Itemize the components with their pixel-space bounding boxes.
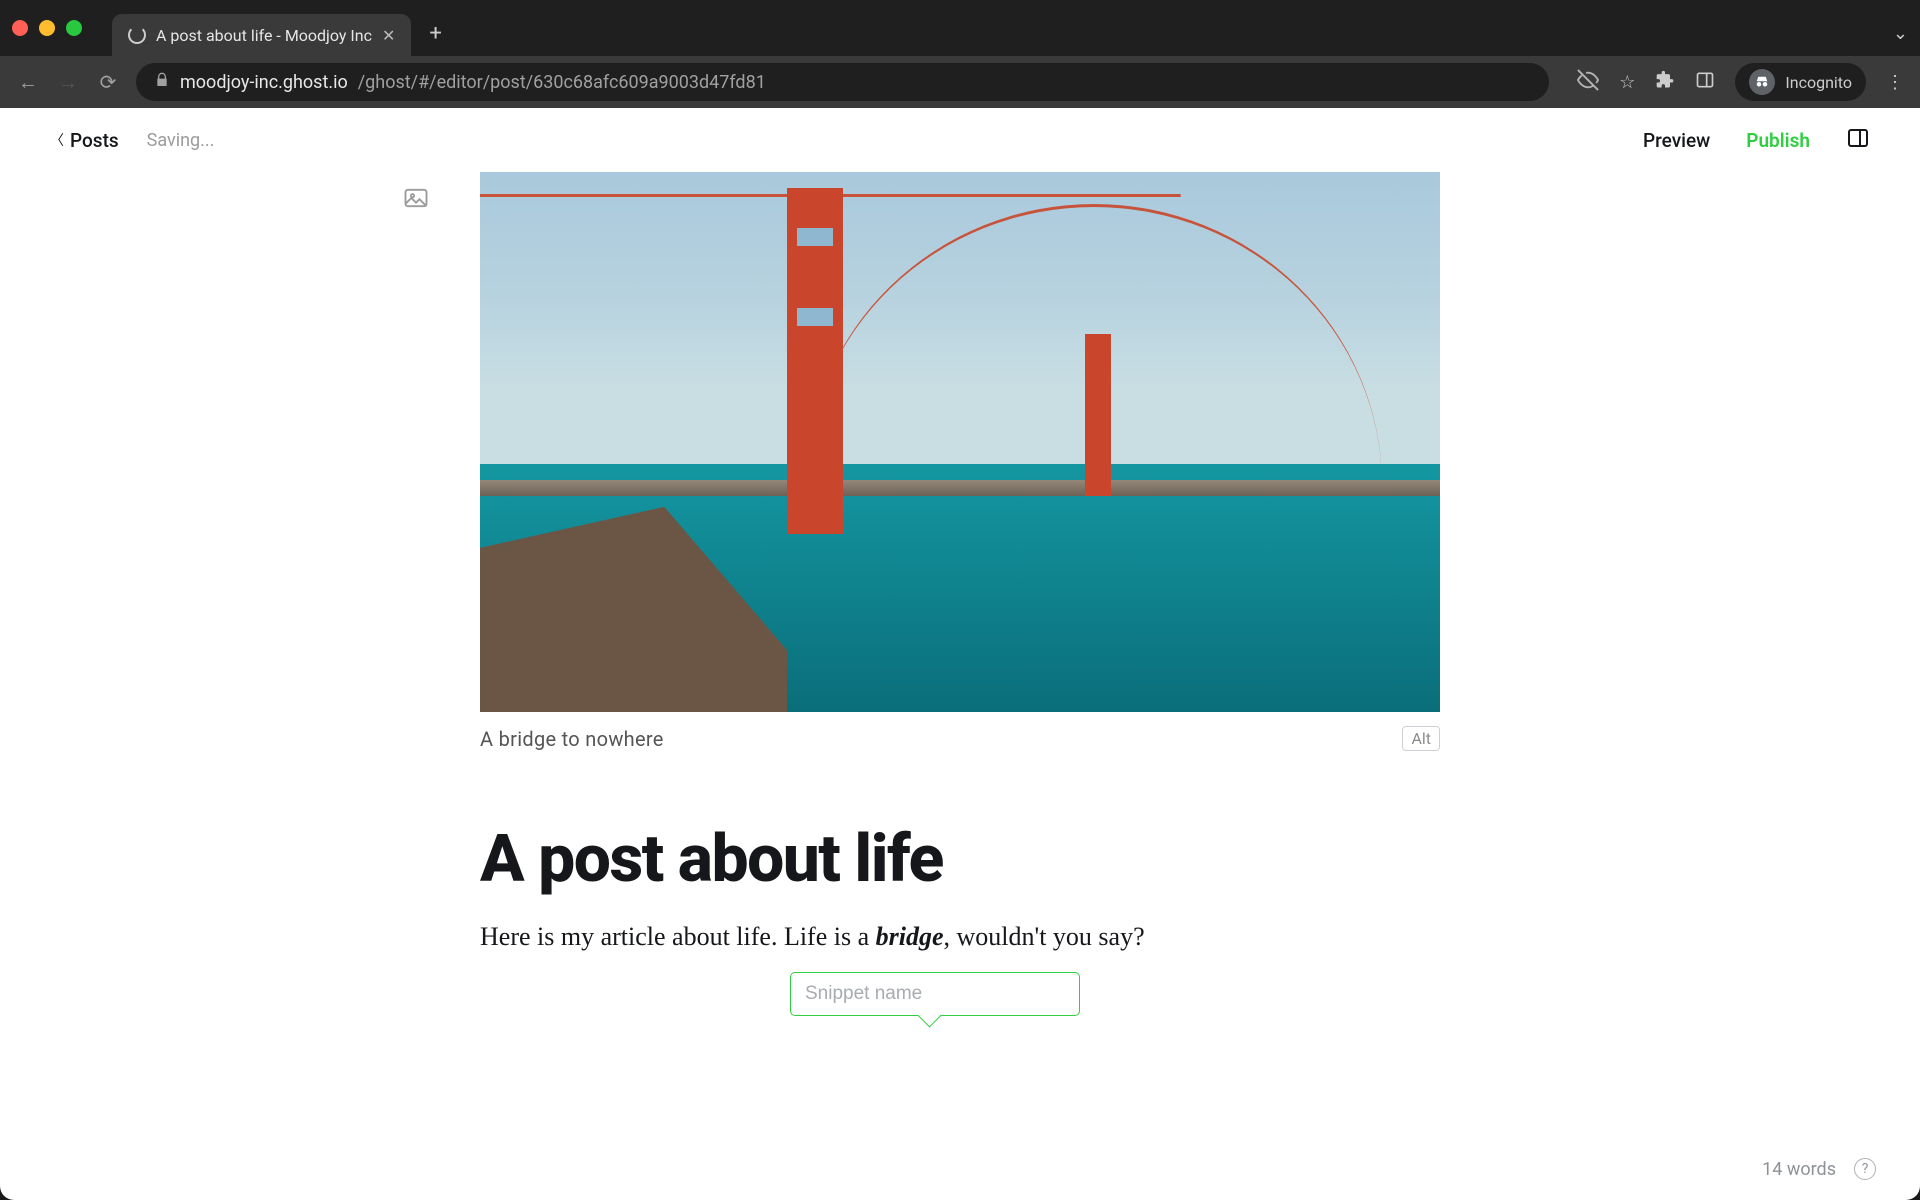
body-text-prefix: Here is my article about life. Life is a bbox=[480, 922, 876, 951]
tabs-dropdown-icon[interactable]: ⌄ bbox=[1893, 23, 1908, 44]
post-body[interactable]: Here is my article about life. Life is a… bbox=[480, 922, 1440, 952]
back-to-posts-link[interactable]: 〈 Posts bbox=[50, 129, 119, 152]
loading-spinner-icon bbox=[128, 26, 146, 44]
url-path: /ghost/#/editor/post/630c68afc609a9003d4… bbox=[358, 72, 766, 93]
window-minimize-button[interactable] bbox=[39, 20, 55, 36]
extensions-icon[interactable] bbox=[1655, 70, 1675, 95]
alt-text-button[interactable]: Alt bbox=[1402, 726, 1440, 751]
browser-titlebar: A post about life - Moodjoy Inc ✕ + ⌄ bbox=[0, 0, 1920, 56]
address-bar[interactable]: moodjoy-inc.ghost.io/ghost/#/editor/post… bbox=[136, 63, 1549, 101]
nav-forward-button[interactable]: → bbox=[56, 70, 80, 95]
eye-off-icon[interactable] bbox=[1577, 69, 1599, 96]
new-tab-button[interactable]: + bbox=[429, 21, 441, 46]
window-controls bbox=[12, 20, 82, 36]
nav-back-button[interactable]: ← bbox=[16, 70, 40, 95]
incognito-label: Incognito bbox=[1785, 73, 1852, 92]
browser-toolbar: ← → ⟳ moodjoy-inc.ghost.io/ghost/#/edito… bbox=[0, 56, 1920, 108]
chevron-left-icon: 〈 bbox=[50, 130, 64, 150]
star-icon[interactable]: ☆ bbox=[1619, 72, 1635, 93]
settings-panel-toggle[interactable] bbox=[1846, 126, 1870, 154]
editor-header: 〈 Posts Saving... Preview Publish bbox=[0, 108, 1920, 172]
body-text-emphasis: bridge bbox=[876, 922, 944, 951]
url-domain: moodjoy-inc.ghost.io bbox=[180, 72, 348, 93]
word-count: 14 words bbox=[1762, 1159, 1836, 1180]
incognito-icon bbox=[1749, 69, 1775, 95]
help-icon[interactable]: ? bbox=[1854, 1158, 1876, 1180]
incognito-badge[interactable]: Incognito bbox=[1735, 63, 1866, 101]
publish-button[interactable]: Publish bbox=[1746, 129, 1810, 152]
lock-icon bbox=[154, 72, 170, 93]
back-label: Posts bbox=[70, 129, 119, 152]
browser-tab[interactable]: A post about life - Moodjoy Inc ✕ bbox=[112, 14, 411, 56]
feature-image[interactable] bbox=[480, 172, 1440, 712]
image-caption[interactable]: A bridge to nowhere bbox=[480, 727, 664, 751]
body-text-suffix: , wouldn't you say? bbox=[944, 922, 1145, 951]
editor-footer: 14 words ? bbox=[1762, 1158, 1876, 1180]
kebab-menu-icon[interactable]: ⋮ bbox=[1886, 72, 1904, 93]
feature-image-picker-icon[interactable] bbox=[402, 184, 430, 216]
save-status: Saving... bbox=[147, 130, 215, 151]
window-close-button[interactable] bbox=[12, 20, 28, 36]
snippet-name-popover bbox=[790, 972, 1080, 1016]
post-title-input[interactable]: A post about life bbox=[480, 821, 1440, 898]
window-zoom-button[interactable] bbox=[66, 20, 82, 36]
nav-reload-button[interactable]: ⟳ bbox=[96, 70, 120, 94]
side-panel-icon[interactable] bbox=[1695, 70, 1715, 95]
snippet-name-input[interactable] bbox=[805, 983, 1065, 1005]
tab-close-icon[interactable]: ✕ bbox=[382, 26, 395, 45]
tab-title: A post about life - Moodjoy Inc bbox=[156, 26, 372, 45]
preview-button[interactable]: Preview bbox=[1643, 129, 1710, 152]
ghost-editor: 〈 Posts Saving... Preview Publish bbox=[0, 108, 1920, 1200]
